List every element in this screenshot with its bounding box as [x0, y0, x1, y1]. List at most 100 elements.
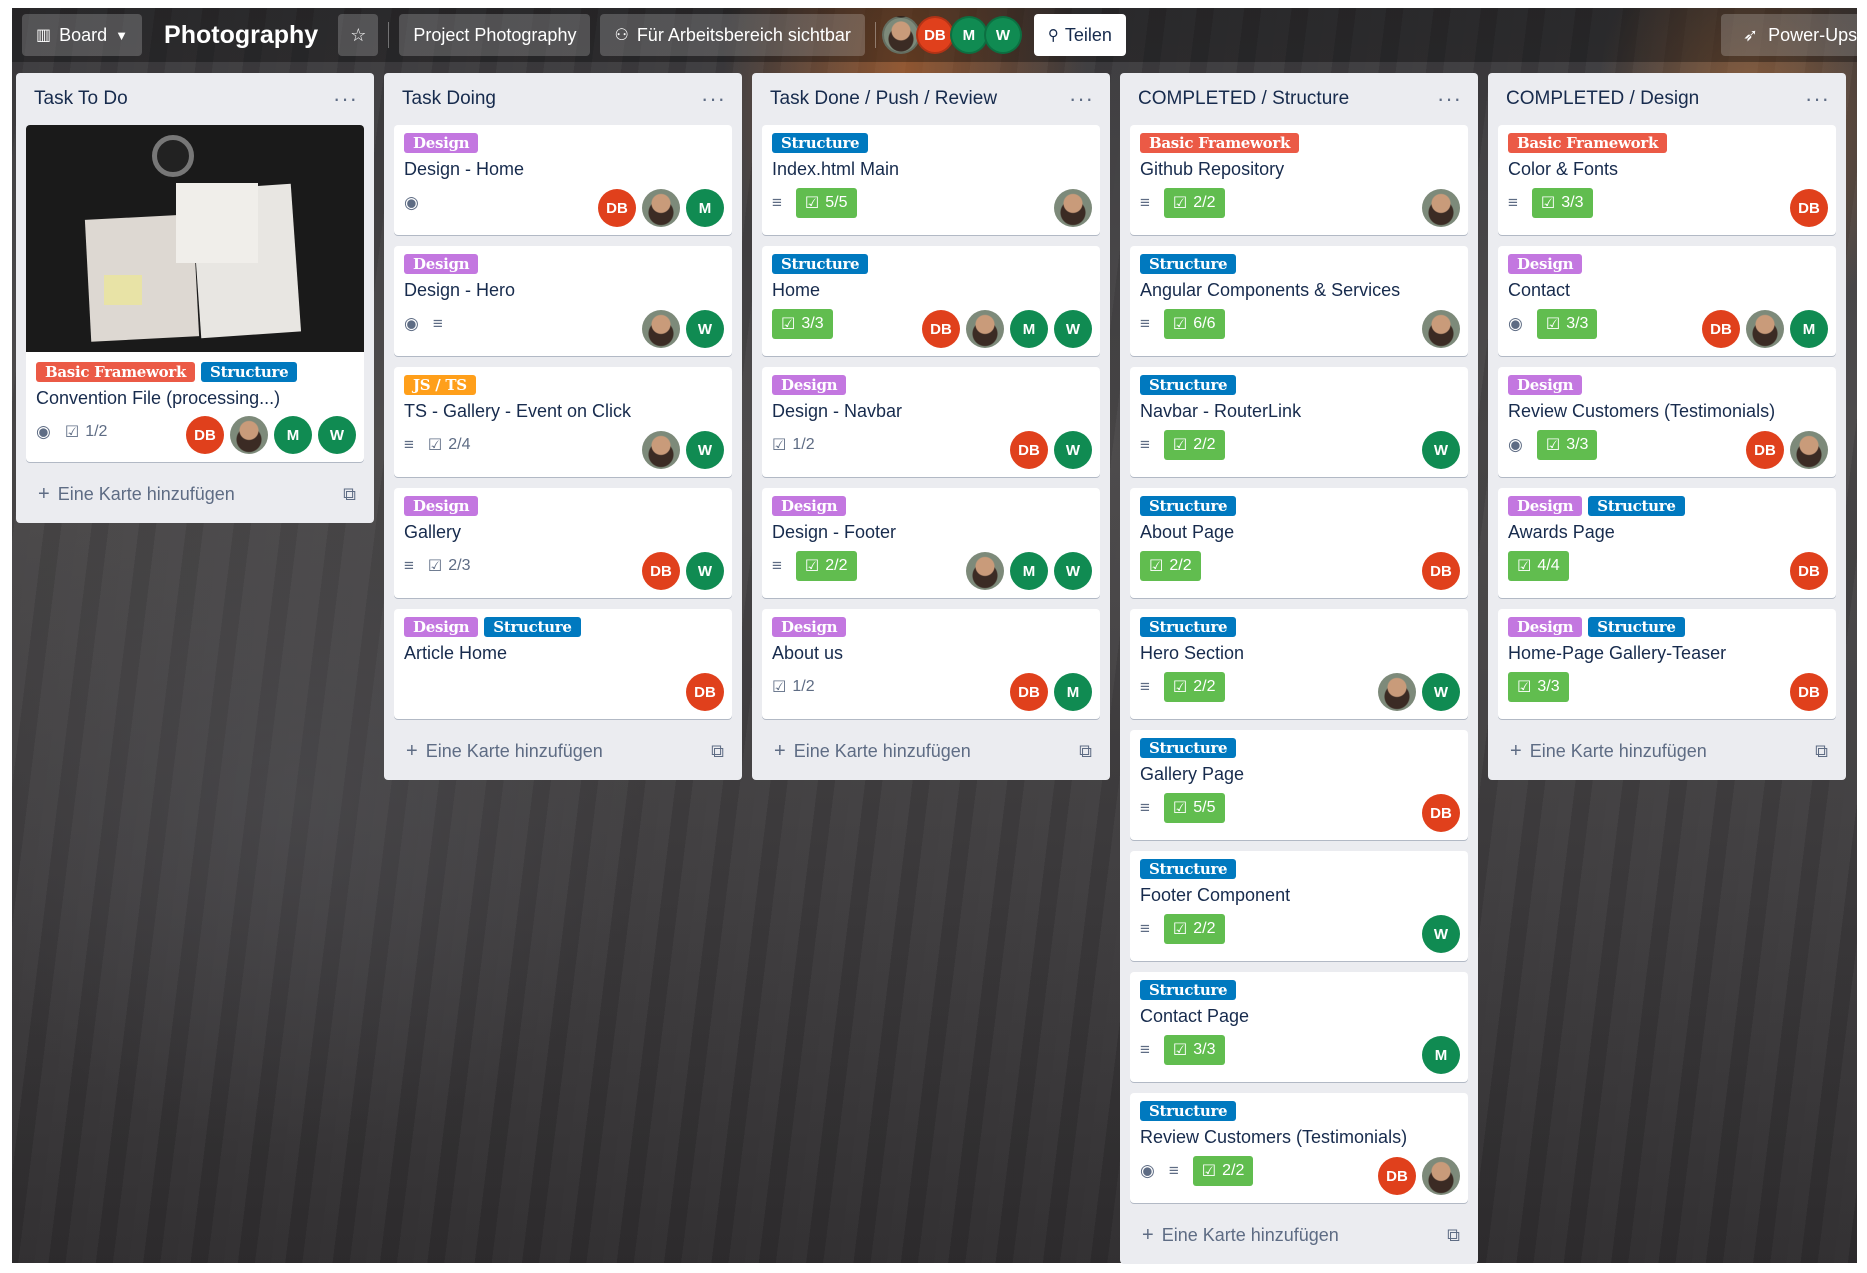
- card[interactable]: Design About us ☑ 1/2 DB M: [762, 609, 1100, 719]
- label-structure[interactable]: Structure: [772, 254, 869, 274]
- member-avatar-w[interactable]: W: [686, 552, 724, 590]
- member-avatar-w[interactable]: W: [318, 416, 356, 454]
- label-design[interactable]: Design: [404, 617, 479, 637]
- power-ups-button[interactable]: ➶ Power-Ups: [1721, 14, 1857, 56]
- label-basic-framework[interactable]: Basic Framework: [1140, 133, 1300, 153]
- member-avatar-m[interactable]: M: [1790, 310, 1828, 348]
- template-icon[interactable]: ⧉: [711, 741, 724, 762]
- member-avatar-db[interactable]: DB: [915, 16, 954, 54]
- label-design[interactable]: Design: [772, 617, 847, 637]
- list-title[interactable]: Task Doing: [402, 88, 496, 110]
- label-design[interactable]: Design: [1508, 375, 1583, 395]
- label-structure[interactable]: Structure: [1588, 496, 1685, 516]
- card[interactable]: Structure Hero Section ≡ ☑ 2/2 W: [1130, 609, 1468, 719]
- member-avatar-db[interactable]: DB: [1422, 794, 1460, 832]
- card[interactable]: Structure Index.html Main ≡ ☑ 5/5: [762, 125, 1100, 235]
- template-icon[interactable]: ⧉: [1447, 1225, 1460, 1246]
- member-avatar-w[interactable]: W: [1054, 310, 1092, 348]
- member-avatar-db[interactable]: DB: [642, 552, 680, 590]
- member-avatar-db[interactable]: DB: [1010, 431, 1048, 469]
- member-avatar-db[interactable]: DB: [922, 310, 960, 348]
- list-menu-icon[interactable]: ···: [701, 86, 726, 112]
- member-avatar-db[interactable]: DB: [1702, 310, 1740, 348]
- card[interactable]: Design Structure Article Home DB: [394, 609, 732, 719]
- member-avatar-m[interactable]: M: [1422, 1036, 1460, 1074]
- label-basic-framework[interactable]: Basic Framework: [36, 362, 196, 382]
- list-title[interactable]: Task To Do: [34, 88, 128, 110]
- card[interactable]: Structure Gallery Page ≡ ☑ 5/5 DB: [1130, 730, 1468, 840]
- template-icon[interactable]: ⧉: [1079, 741, 1092, 762]
- label-structure[interactable]: Structure: [1140, 859, 1237, 879]
- label-design[interactable]: Design: [772, 375, 847, 395]
- label-structure[interactable]: Structure: [484, 617, 581, 637]
- list-menu-icon[interactable]: ···: [1437, 86, 1462, 112]
- template-icon[interactable]: ⧉: [343, 484, 356, 505]
- card[interactable]: Design Contact ◉ ☑ 3/3 DB M: [1498, 246, 1836, 356]
- member-avatar-db[interactable]: DB: [186, 416, 224, 454]
- label-design[interactable]: Design: [1508, 617, 1583, 637]
- member-avatar-w[interactable]: W: [686, 431, 724, 469]
- label-structure[interactable]: Structure: [201, 362, 298, 382]
- list-menu-icon[interactable]: ···: [333, 86, 358, 112]
- visibility-button[interactable]: ⚇ Für Arbeitsbereich sichtbar: [600, 14, 865, 56]
- label-structure[interactable]: Structure: [1140, 496, 1237, 516]
- card[interactable]: Design Design - Navbar ☑ 1/2 DB W: [762, 367, 1100, 477]
- member-avatar-photo[interactable]: [1422, 1157, 1460, 1195]
- member-avatar-photo[interactable]: [966, 310, 1004, 348]
- list-title[interactable]: COMPLETED / Design: [1506, 88, 1699, 110]
- member-avatar-photo[interactable]: [642, 431, 680, 469]
- member-avatar-photo[interactable]: [1422, 189, 1460, 227]
- member-avatar-m[interactable]: M: [686, 189, 724, 227]
- member-avatar-m[interactable]: M: [1010, 552, 1048, 590]
- card[interactable]: Basic Framework Color & Fonts ≡ ☑ 3/3 DB: [1498, 125, 1836, 235]
- member-avatar-db[interactable]: DB: [1746, 431, 1784, 469]
- add-card-button[interactable]: + Eine Karte hinzufügen ⧉: [762, 730, 1100, 772]
- label-structure[interactable]: Structure: [1140, 375, 1237, 395]
- label-structure[interactable]: Structure: [1140, 617, 1237, 637]
- member-avatar-photo[interactable]: [1378, 673, 1416, 711]
- label-design[interactable]: Design: [772, 496, 847, 516]
- label-js-ts[interactable]: JS / TS: [404, 375, 476, 395]
- label-design[interactable]: Design: [404, 254, 479, 274]
- add-card-button[interactable]: + Eine Karte hinzufügen ⧉: [1498, 730, 1836, 772]
- card[interactable]: Design Design - Home ◉ DB M: [394, 125, 732, 235]
- member-avatar-m[interactable]: M: [949, 16, 988, 54]
- member-avatar-db[interactable]: DB: [1378, 1157, 1416, 1195]
- card[interactable]: Design Design - Hero ◉ ≡ W: [394, 246, 732, 356]
- card[interactable]: Design Design - Footer ≡ ☑ 2/2 M W: [762, 488, 1100, 598]
- member-avatar-photo[interactable]: [966, 552, 1004, 590]
- workspace-button[interactable]: Project Photography: [399, 14, 591, 56]
- label-structure[interactable]: Structure: [1140, 738, 1237, 758]
- card[interactable]: Structure Home ☑ 3/3 DB M W: [762, 246, 1100, 356]
- card[interactable]: Structure Footer Component ≡ ☑ 2/2 W: [1130, 851, 1468, 961]
- member-avatar-photo[interactable]: [642, 310, 680, 348]
- member-avatar-db[interactable]: DB: [1422, 552, 1460, 590]
- member-avatar-w[interactable]: W: [1422, 673, 1460, 711]
- view-switcher-button[interactable]: ▥ Board ▼: [22, 14, 143, 56]
- list-menu-icon[interactable]: ···: [1069, 86, 1094, 112]
- member-avatar-m[interactable]: M: [1054, 673, 1092, 711]
- member-avatar-photo[interactable]: [1054, 189, 1092, 227]
- member-avatar-m[interactable]: M: [274, 416, 312, 454]
- list-menu-icon[interactable]: ···: [1805, 86, 1830, 112]
- card[interactable]: Structure Navbar - RouterLink ≡ ☑ 2/2 W: [1130, 367, 1468, 477]
- label-design[interactable]: Design: [1508, 496, 1583, 516]
- label-structure[interactable]: Structure: [772, 133, 869, 153]
- label-design[interactable]: Design: [1508, 254, 1583, 274]
- card[interactable]: Design Structure Home-Page Gallery-Teaser…: [1498, 609, 1836, 719]
- card[interactable]: Design Review Customers (Testimonials) ◉…: [1498, 367, 1836, 477]
- member-avatar-w[interactable]: W: [1054, 431, 1092, 469]
- card[interactable]: Basic Framework Github Repository ≡ ☑ 2/2: [1130, 125, 1468, 235]
- card[interactable]: JS / TS TS - Gallery - Event on Click ≡ ☑…: [394, 367, 732, 477]
- member-avatar-w[interactable]: W: [686, 310, 724, 348]
- card[interactable]: Structure About Page ☑ 2/2 DB: [1130, 488, 1468, 598]
- member-avatar-photo[interactable]: [1746, 310, 1784, 348]
- list-title[interactable]: COMPLETED / Structure: [1138, 88, 1349, 110]
- card[interactable]: Design Gallery ≡ ☑ 2/3 DB W: [394, 488, 732, 598]
- label-structure[interactable]: Structure: [1140, 1101, 1237, 1121]
- member-avatar-w[interactable]: W: [983, 16, 1022, 54]
- member-avatar-photo[interactable]: [230, 416, 268, 454]
- label-structure[interactable]: Structure: [1588, 617, 1685, 637]
- member-avatar-w[interactable]: W: [1422, 915, 1460, 953]
- card[interactable]: Structure Angular Components & Services …: [1130, 246, 1468, 356]
